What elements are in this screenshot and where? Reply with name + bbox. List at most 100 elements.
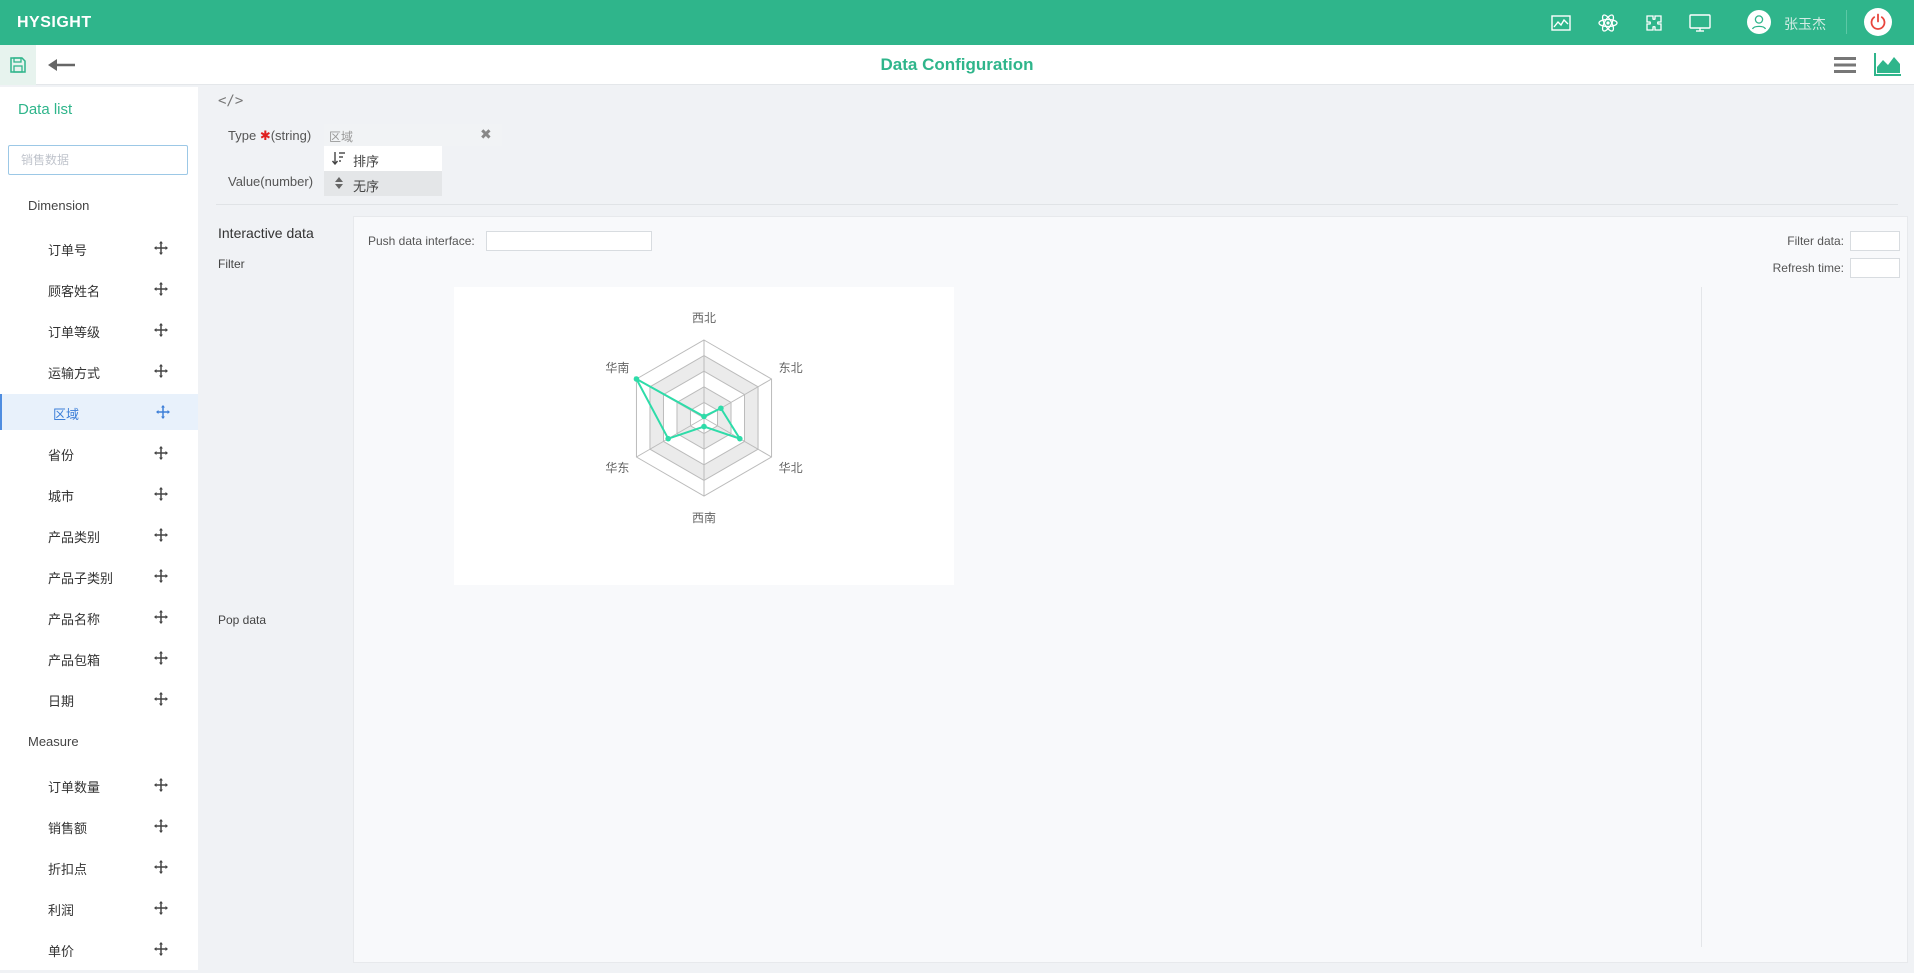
- menu-icon: [1834, 57, 1856, 73]
- push-interface-input[interactable]: [486, 231, 652, 251]
- move-icon[interactable]: [154, 610, 168, 624]
- sidebar-item[interactable]: 订单数量: [0, 767, 198, 803]
- type-field[interactable]: 区域: [324, 124, 502, 146]
- move-icon[interactable]: [154, 901, 168, 915]
- sidebar-item[interactable]: 区域: [0, 394, 198, 430]
- sort-icon: [331, 151, 346, 168]
- sidebar-item[interactable]: 产品包箱: [0, 640, 198, 676]
- sort-dropdown: 排序 无序: [324, 146, 442, 196]
- radar-indicator-label: 华东: [605, 461, 629, 475]
- sidebar-item[interactable]: 订单等级: [0, 312, 198, 348]
- move-icon[interactable]: [154, 241, 168, 255]
- sidebar-item[interactable]: 折扣点: [0, 849, 198, 885]
- divider: [216, 204, 1898, 205]
- atom-icon[interactable]: [1596, 11, 1620, 35]
- unsorted-icon: [332, 176, 346, 193]
- avatar[interactable]: [1747, 10, 1771, 34]
- sidebar-item-label: 顾客姓名: [48, 284, 101, 299]
- sidebar-item[interactable]: 城市: [0, 476, 198, 512]
- sort-option[interactable]: 排序: [324, 146, 442, 171]
- search-input[interactable]: [8, 145, 188, 175]
- push-interface-label: Push data interface:: [368, 234, 475, 248]
- sidebar-item[interactable]: 产品子类别: [0, 558, 198, 594]
- move-icon[interactable]: [154, 942, 168, 956]
- top-bar: HYSIGHT 张玉杰: [0, 0, 1914, 45]
- radar-point[interactable]: [718, 405, 724, 412]
- radar-chart: 西北 东北 华北 西南 华东 华南: [454, 287, 954, 585]
- sidebar-item-label: 折扣点: [48, 862, 88, 877]
- sidebar-item[interactable]: 订单号: [0, 230, 198, 266]
- sidebar-item-label: 省份: [48, 448, 75, 463]
- value-field-label: Value(number): [228, 174, 314, 189]
- pop-data-label: Pop data: [218, 613, 267, 627]
- move-icon[interactable]: [154, 819, 168, 833]
- save-button[interactable]: [0, 45, 36, 85]
- sidebar-item[interactable]: 产品名称: [0, 599, 198, 635]
- sidebar: Data list Dimension 订单号顾客姓名订单等级运输方式区域省份城…: [0, 87, 198, 970]
- back-button[interactable]: [48, 53, 78, 77]
- radar-point[interactable]: [737, 435, 743, 442]
- move-icon[interactable]: [154, 778, 168, 792]
- radar-indicator-label: 西北: [692, 311, 716, 325]
- sidebar-item[interactable]: 产品类别: [0, 517, 198, 553]
- move-icon[interactable]: [154, 282, 168, 296]
- puzzle-icon[interactable]: [1642, 11, 1666, 35]
- sidebar-item-label: 城市: [48, 489, 75, 504]
- panel-edge: [1701, 287, 1702, 947]
- page-title: Data Configuration: [880, 55, 1034, 74]
- sidebar-item[interactable]: 顾客姓名: [0, 271, 198, 307]
- move-icon[interactable]: [154, 323, 168, 337]
- sidebar-item-label: 产品包箱: [48, 653, 101, 668]
- sidebar-item-label: 日期: [48, 694, 75, 709]
- filter-data-label: Filter data:: [1787, 234, 1844, 248]
- filter-label: Filter: [218, 257, 245, 271]
- measure-heading: Measure: [28, 734, 79, 749]
- move-icon[interactable]: [154, 569, 168, 583]
- radar-point[interactable]: [633, 376, 640, 382]
- radar-indicator-label: 东北: [779, 361, 803, 375]
- menu-button[interactable]: [1834, 56, 1856, 79]
- chart-line-icon[interactable]: [1549, 11, 1573, 35]
- sidebar-item[interactable]: 销售额: [0, 808, 198, 844]
- app-logo: HYSIGHT: [17, 14, 92, 31]
- filter-data-input[interactable]: [1850, 231, 1900, 251]
- dimension-heading: Dimension: [28, 198, 90, 213]
- arrow-left-icon: [48, 59, 75, 71]
- radar-point[interactable]: [701, 413, 707, 420]
- area-chart-button[interactable]: [1874, 52, 1902, 81]
- move-icon[interactable]: [154, 364, 168, 378]
- sidebar-item-label: 销售额: [48, 821, 88, 836]
- sidebar-item-label: 订单号: [48, 243, 88, 258]
- radar-indicator-label: 西南: [692, 510, 716, 525]
- unsorted-option[interactable]: 无序: [324, 171, 442, 196]
- move-icon[interactable]: [154, 651, 168, 665]
- user-name[interactable]: 张玉杰: [1784, 14, 1826, 34]
- move-icon[interactable]: [154, 487, 168, 501]
- move-icon[interactable]: [154, 692, 168, 706]
- power-icon[interactable]: [1864, 8, 1892, 36]
- toolbar: Data Configuration: [0, 45, 1914, 85]
- monitor-icon[interactable]: [1688, 11, 1712, 35]
- sidebar-item-label: 产品名称: [48, 612, 101, 627]
- sidebar-item-label: 订单数量: [48, 780, 101, 795]
- radar-chart-svg: 西北东北华北西南 华东 华南: [605, 311, 803, 525]
- move-icon[interactable]: [154, 528, 168, 542]
- move-icon[interactable]: [154, 446, 168, 460]
- refresh-time-input[interactable]: [1850, 258, 1900, 278]
- clear-icon[interactable]: ✖: [480, 126, 492, 143]
- sidebar-item-label: 利润: [48, 903, 75, 918]
- sidebar-item[interactable]: 单价: [0, 931, 198, 967]
- code-icon[interactable]: </>: [218, 93, 243, 109]
- move-icon[interactable]: [156, 405, 170, 419]
- radar-point[interactable]: [665, 435, 671, 442]
- sidebar-item[interactable]: 日期: [0, 681, 198, 717]
- sidebar-item-label: 订单等级: [48, 325, 101, 340]
- radar-point[interactable]: [701, 423, 707, 430]
- area-chart-icon: [1874, 53, 1901, 76]
- sidebar-item[interactable]: 运输方式: [0, 353, 198, 389]
- sidebar-item[interactable]: 省份: [0, 435, 198, 471]
- sidebar-item-label: 单价: [48, 944, 75, 959]
- refresh-time-label: Refresh time:: [1772, 261, 1844, 275]
- sidebar-item[interactable]: 利润: [0, 890, 198, 926]
- move-icon[interactable]: [154, 860, 168, 874]
